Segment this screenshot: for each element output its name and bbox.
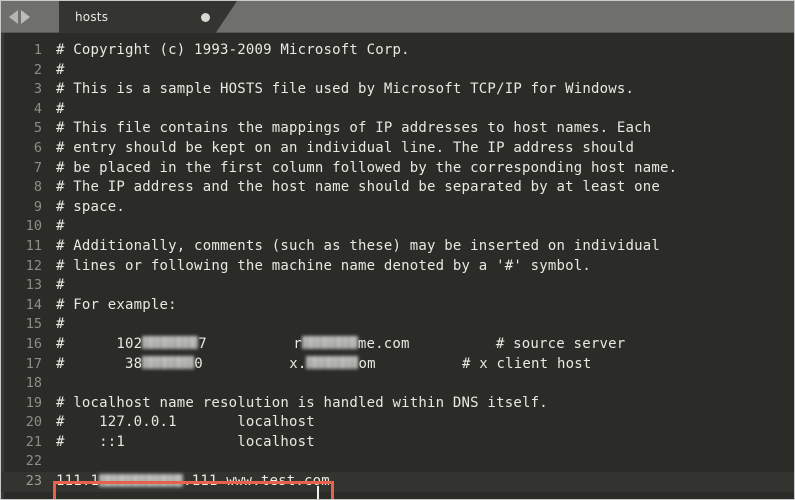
redacted-blur	[306, 356, 359, 369]
code-line[interactable]: 8 # The IP address and the host name shou…	[1, 178, 794, 198]
code-line[interactable]: 22	[1, 452, 794, 472]
code-line[interactable]: 3 # This is a sample HOSTS file used by M…	[1, 80, 794, 100]
line-number: 13	[25, 277, 42, 294]
line-text: # lines or following the machine name de…	[56, 257, 591, 274]
line-number: 22	[25, 453, 42, 470]
line-number: 1	[33, 42, 42, 58]
code-line[interactable]: 19 # localhost name resolution is handled…	[1, 394, 794, 414]
code-line[interactable]: 21 # ::1 localhost	[1, 433, 794, 453]
redacted-blur	[99, 473, 184, 487]
code-line[interactable]: 2 #	[1, 61, 794, 81]
code-line[interactable]: 12 # lines or following the machine name …	[1, 257, 794, 277]
line-number: 2	[33, 61, 42, 78]
line-number: 6	[33, 139, 42, 156]
line-number: 18	[25, 375, 42, 392]
line-number: 20	[25, 414, 42, 431]
code-line[interactable]: 1 # Copyright (c) 1993-2009 Microsoft Cor…	[1, 41, 794, 61]
line-number: 10	[25, 218, 42, 235]
line-number: 15	[25, 316, 42, 333]
line-text: # ::1 localhost	[56, 433, 315, 450]
redacted-blur	[142, 336, 199, 350]
line-text: #	[56, 100, 65, 117]
line-number: 7	[33, 159, 42, 176]
code-lines: 1 # Copyright (c) 1993-2009 Microsoft Cor…	[1, 41, 794, 492]
line-number: 9	[33, 198, 42, 215]
line-text: # This file contains the mappings of IP …	[56, 120, 652, 137]
line-text: # The IP address and the host name shoul…	[56, 179, 661, 196]
code-line[interactable]: 10 #	[1, 217, 794, 237]
code-line[interactable]: 14 # For example:	[1, 296, 794, 316]
line-number: 21	[25, 433, 42, 450]
tab-bar: hosts	[1, 1, 794, 33]
code-line[interactable]: 4 #	[1, 100, 794, 120]
line-number: 19	[25, 394, 42, 411]
code-line[interactable]: 23 111.1.111 www.test.com	[1, 472, 794, 492]
code-line[interactable]: 15 #	[1, 315, 794, 335]
text-editor-window: hosts 1 # Copyright (c) 1993-2009 Microso…	[0, 0, 795, 500]
line-number: 23	[25, 473, 42, 490]
line-text: # 102 7 r me.com # source server	[56, 335, 626, 352]
code-line[interactable]: 16 # 102 7 r me.com # source server	[1, 335, 794, 355]
tab-hosts[interactable]: hosts	[59, 1, 237, 33]
code-line[interactable]: 20 # 127.0.0.1 localhost	[1, 413, 794, 433]
redacted-blur	[142, 356, 195, 369]
code-line[interactable]: 9 # space.	[1, 198, 794, 218]
line-text: # This is a sample HOSTS file used by Mi…	[56, 81, 635, 98]
line-text: #	[56, 61, 65, 78]
line-text: # space.	[56, 198, 126, 215]
line-text: # 127.0.0.1 localhost	[56, 414, 315, 431]
text-caret	[317, 486, 319, 499]
code-line[interactable]: 18	[1, 374, 794, 394]
tab-label: hosts	[75, 10, 109, 24]
code-line[interactable]: 6 # entry should be kept on an individual…	[1, 139, 794, 159]
code-line[interactable]: 5 # This file contains the mappings of IP…	[1, 119, 794, 139]
code-line[interactable]: 11 # Additionally, comments (such as thes…	[1, 237, 794, 257]
line-text: #	[56, 218, 65, 235]
line-number: 11	[25, 237, 42, 254]
line-text: #	[56, 277, 65, 294]
line-number: 17	[25, 355, 42, 372]
line-text: # Copyright (c) 1993-2009 Microsoft Corp…	[56, 42, 410, 58]
line-number: 4	[33, 100, 42, 117]
code-line[interactable]: 13 #	[1, 276, 794, 296]
line-number: 3	[33, 81, 42, 98]
unsaved-dot-icon[interactable]	[201, 13, 210, 22]
line-number: 16	[25, 335, 42, 352]
line-text: #	[56, 316, 65, 333]
arrow-left-icon[interactable]	[9, 10, 18, 24]
line-number: 5	[33, 120, 42, 137]
code-editor[interactable]: 1 # Copyright (c) 1993-2009 Microsoft Cor…	[1, 33, 794, 499]
line-text: # be placed in the first column followed…	[56, 159, 678, 176]
line-number: 8	[33, 179, 42, 196]
line-text: # 38 0 x. om # x client host	[56, 355, 592, 372]
line-text: # localhost name resolution is handled w…	[56, 394, 548, 411]
code-line[interactable]: 7 # be placed in the first column followe…	[1, 159, 794, 179]
line-text: 111.1.111 www.test.com	[56, 473, 330, 490]
tab-navigation-arrows[interactable]	[9, 9, 53, 25]
line-number: 14	[25, 296, 42, 313]
line-text: # For example:	[56, 296, 177, 313]
line-text: # entry should be kept on an individual …	[56, 139, 635, 156]
code-line[interactable]: 17 # 38 0 x. om # x client host	[1, 355, 794, 375]
arrow-right-icon[interactable]	[21, 10, 30, 24]
line-number: 12	[25, 257, 42, 274]
redacted-blur	[301, 336, 358, 350]
line-text: # Additionally, comments (such as these)…	[56, 237, 661, 254]
